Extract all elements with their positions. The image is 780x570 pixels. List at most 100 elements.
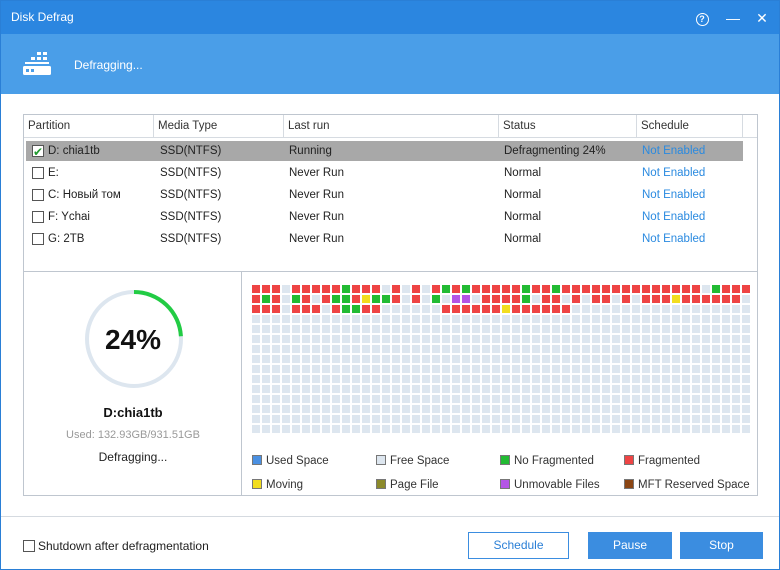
cluster-block	[392, 285, 400, 293]
cluster-block	[272, 335, 280, 343]
pause-button[interactable]: Pause	[588, 532, 672, 559]
cluster-block	[642, 375, 650, 383]
table-row[interactable]: G: 2TB SSD(NTFS) Never Run Normal Not En…	[26, 229, 743, 249]
cluster-block	[602, 395, 610, 403]
cluster-block	[412, 425, 420, 433]
cluster-block	[592, 285, 600, 293]
col-media-type[interactable]: Media Type	[154, 115, 284, 137]
cluster-block	[262, 315, 270, 323]
cluster-block	[622, 405, 630, 413]
cluster-block	[392, 415, 400, 423]
cluster-block	[422, 425, 430, 433]
cluster-block	[742, 345, 750, 353]
cluster-block	[582, 335, 590, 343]
cluster-block	[562, 355, 570, 363]
cluster-block	[432, 355, 440, 363]
cluster-block	[552, 305, 560, 313]
shutdown-checkbox[interactable]: Shutdown after defragmentation	[23, 539, 209, 553]
cluster-block	[662, 385, 670, 393]
cluster-block	[272, 315, 280, 323]
cell-status: Normal	[504, 233, 542, 245]
cluster-block	[612, 315, 620, 323]
table-row[interactable]: D: chia1tb SSD(NTFS) Running Defragmenti…	[26, 141, 743, 162]
col-status[interactable]: Status	[499, 115, 637, 137]
cluster-block	[692, 355, 700, 363]
cluster-block	[332, 305, 340, 313]
cluster-block	[722, 425, 730, 433]
cluster-block	[372, 325, 380, 333]
cluster-block	[582, 325, 590, 333]
cluster-block	[342, 385, 350, 393]
cluster-block	[312, 405, 320, 413]
cluster-block	[372, 385, 380, 393]
cluster-block	[382, 365, 390, 373]
cluster-block	[492, 325, 500, 333]
cluster-block	[682, 385, 690, 393]
cluster-block	[462, 335, 470, 343]
cluster-block	[342, 345, 350, 353]
cluster-block	[442, 345, 450, 353]
schedule-button[interactable]: Schedule	[468, 532, 569, 559]
row-checkbox[interactable]	[32, 233, 44, 245]
defrag-details: 24% D:chia1tb Used: 132.93GB/931.51GB De…	[23, 271, 758, 496]
cluster-block	[492, 355, 500, 363]
table-row[interactable]: C: Новый том SSD(NTFS) Never Run Normal …	[26, 185, 743, 205]
schedule-link[interactable]: Not Enabled	[642, 207, 705, 227]
help-button[interactable]: ?	[691, 7, 713, 29]
row-checkbox[interactable]	[32, 142, 44, 162]
cluster-block	[742, 395, 750, 403]
cluster-block	[352, 285, 360, 293]
table-row[interactable]: E: SSD(NTFS) Never Run Normal Not Enable…	[26, 163, 743, 183]
cluster-block	[522, 325, 530, 333]
cluster-block	[592, 315, 600, 323]
cluster-block	[702, 315, 710, 323]
cluster-block	[692, 405, 700, 413]
col-partition[interactable]: Partition	[24, 115, 154, 137]
cluster-block	[702, 365, 710, 373]
cluster-block	[612, 295, 620, 303]
row-checkbox[interactable]	[32, 189, 44, 201]
cluster-block	[382, 355, 390, 363]
schedule-link[interactable]: Not Enabled	[642, 163, 705, 183]
schedule-link[interactable]: Not Enabled	[642, 229, 705, 249]
cluster-block	[362, 355, 370, 363]
cluster-block	[622, 365, 630, 373]
schedule-link[interactable]: Not Enabled	[642, 141, 705, 161]
shutdown-checkbox-box[interactable]	[23, 540, 35, 552]
cluster-block	[552, 425, 560, 433]
cluster-block	[622, 355, 630, 363]
cluster-block	[652, 425, 660, 433]
row-checkbox[interactable]	[32, 211, 44, 223]
row-checkbox[interactable]	[32, 167, 44, 179]
cluster-block	[362, 405, 370, 413]
cluster-block	[632, 345, 640, 353]
cluster-block	[452, 315, 460, 323]
cluster-block	[342, 395, 350, 403]
close-button[interactable]: ✕	[751, 7, 773, 29]
col-schedule[interactable]: Schedule	[637, 115, 743, 137]
cluster-block	[352, 375, 360, 383]
cluster-block	[552, 295, 560, 303]
cluster-block	[482, 375, 490, 383]
cluster-block	[352, 345, 360, 353]
cluster-block	[562, 345, 570, 353]
cluster-block	[512, 365, 520, 373]
cluster-block	[542, 285, 550, 293]
stop-button[interactable]: Stop	[680, 532, 763, 559]
minimize-button[interactable]: —	[722, 7, 744, 29]
cluster-block	[272, 325, 280, 333]
table-row[interactable]: F: Ychai SSD(NTFS) Never Run Normal Not …	[26, 207, 743, 227]
legend-free-space: Free Space	[376, 455, 449, 467]
cluster-block	[732, 415, 740, 423]
cluster-block	[532, 335, 540, 343]
cluster-block	[682, 395, 690, 403]
cluster-block	[622, 385, 630, 393]
cluster-block	[502, 355, 510, 363]
cluster-block	[472, 405, 480, 413]
cluster-block	[572, 295, 580, 303]
col-last-run[interactable]: Last run	[284, 115, 499, 137]
cluster-block	[402, 395, 410, 403]
schedule-link[interactable]: Not Enabled	[642, 185, 705, 205]
cluster-block	[372, 285, 380, 293]
cluster-block	[462, 375, 470, 383]
